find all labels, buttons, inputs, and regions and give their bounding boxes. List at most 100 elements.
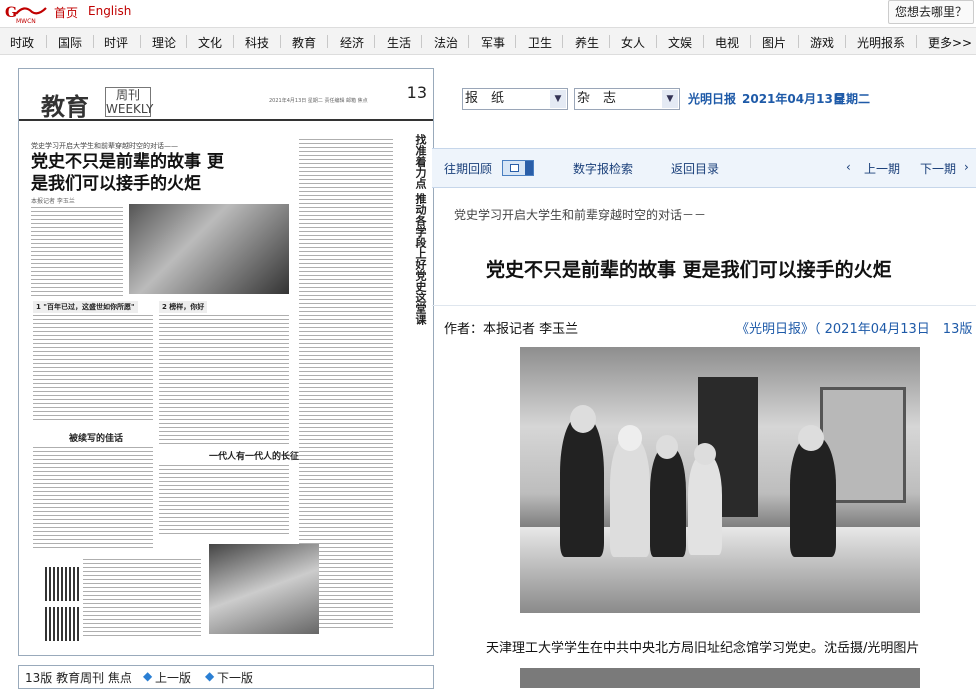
magazine-select[interactable]: 杂 志 ▼ xyxy=(574,88,680,110)
text-column xyxy=(159,465,289,535)
back-to-index-link[interactable]: 返回目录 xyxy=(671,160,719,177)
nav-separator xyxy=(609,35,610,48)
person xyxy=(560,417,604,557)
face xyxy=(694,443,716,465)
nav-item-17[interactable]: 游戏 xyxy=(810,34,834,51)
digital-search-link[interactable]: 数字报检索 xyxy=(573,160,633,177)
weekly-badge: 周刊 WEEKLY xyxy=(105,87,154,117)
nav-item-16[interactable]: 图片 xyxy=(762,34,786,51)
nav-item-3[interactable]: 理论 xyxy=(152,34,176,51)
paper-photo-2[interactable] xyxy=(209,544,319,634)
nav-separator xyxy=(140,35,141,48)
nav-item-15[interactable]: 电视 xyxy=(715,34,739,51)
calendar-icon xyxy=(510,164,519,172)
nav-separator xyxy=(186,35,187,48)
nav-separator xyxy=(750,35,751,48)
paper-subhead: 党史学习开启大学生和前辈穿越时空的对话—— xyxy=(31,142,178,150)
next-page-link[interactable]: 下一版 xyxy=(217,669,253,686)
nav-separator xyxy=(421,35,422,48)
nav-item-1[interactable]: 国际 xyxy=(58,34,82,51)
article-photo-2 xyxy=(520,668,920,688)
page-meta: 2021年4月13日 星期二 责任编辑 邮箱 焦点 xyxy=(269,98,368,104)
paper-subtitle-2[interactable]: 一代人有一代人的长征 xyxy=(209,449,299,462)
nav-item-14[interactable]: 文娱 xyxy=(668,34,692,51)
page-number: 13 xyxy=(406,83,427,102)
chevron-left-icon[interactable]: ‹ xyxy=(846,160,851,174)
chevron-down-icon[interactable]: ▼ xyxy=(550,90,566,108)
prev-page-arrow-icon[interactable]: ◆ xyxy=(143,669,152,683)
dropdown-icon xyxy=(525,161,533,175)
person xyxy=(610,437,650,557)
nav-item-18[interactable]: 光明报系 xyxy=(857,34,905,51)
nav-item-12[interactable]: 养生 xyxy=(575,34,599,51)
nav-item-11[interactable]: 卫生 xyxy=(528,34,552,51)
where-to-go-button[interactable]: 您想去哪里？ xyxy=(888,0,974,24)
top-bar: G MWCN 首页 English 您想去哪里？ xyxy=(0,0,976,26)
prev-page-link[interactable]: 上一版 xyxy=(155,669,191,686)
section-box-1: 1 "百年已过，这盛世如你所愿" xyxy=(33,301,138,313)
paper-name: 光明日报 xyxy=(688,92,737,106)
person xyxy=(650,447,686,557)
nav-separator xyxy=(916,35,917,48)
nav-item-19[interactable]: 更多>> xyxy=(928,34,972,51)
nav-item-8[interactable]: 生活 xyxy=(387,34,411,51)
home-link[interactable]: 首页 xyxy=(54,4,78,21)
text-column xyxy=(31,207,123,299)
paper-photo[interactable] xyxy=(129,204,289,294)
nav-separator xyxy=(468,35,469,48)
article-title: 党史不只是前辈的故事 更是我们可以接手的火炬 xyxy=(486,259,892,281)
next-issue-link[interactable]: 下一期 xyxy=(920,160,956,177)
main-nav: 时政 国际 时评 理论 文化 科技 教育 经济 生活 法治 军事 卫生 养生 女人 文娱 电视 图片 游戏 光明报系… xyxy=(0,27,976,55)
next-page-arrow-icon[interactable]: ◆ xyxy=(205,669,214,683)
nav-separator xyxy=(845,35,846,48)
nav-separator xyxy=(233,35,234,48)
newspaper-select[interactable]: 报 纸 ▼ xyxy=(462,88,568,110)
nav-separator xyxy=(562,35,563,48)
qr-code xyxy=(45,567,79,601)
current-page-label: 13版 教育周刊 焦点 xyxy=(25,671,132,685)
newspaper-page-image[interactable]: 教育 周刊 WEEKLY 2021年4月13日 星期二 责任编辑 邮箱 焦点 1… xyxy=(18,68,434,656)
nav-item-2[interactable]: 时评 xyxy=(104,34,128,51)
nav-item-9[interactable]: 法治 xyxy=(434,34,458,51)
paper-side-title[interactable]: 找准着力点 推动各学段上好党史这堂课 xyxy=(399,134,427,325)
english-link[interactable]: English xyxy=(88,4,131,18)
nav-item-5[interactable]: 科技 xyxy=(245,34,269,51)
nav-item-7[interactable]: 经济 xyxy=(340,34,364,51)
nav-separator xyxy=(656,35,657,48)
nav-item-6[interactable]: 教育 xyxy=(292,34,316,51)
nav-item-10[interactable]: 军事 xyxy=(481,34,505,51)
paper-headline[interactable]: 党史不只是前辈的故事 更是我们可以接手的火炬 xyxy=(31,151,231,195)
chevron-down-icon[interactable]: ▼ xyxy=(662,90,678,108)
calendar-dropdown-icon[interactable] xyxy=(502,160,534,176)
nav-separator xyxy=(327,35,328,48)
article-author: 作者：本报记者 李玉兰 xyxy=(444,322,579,337)
svg-text:MWCN: MWCN xyxy=(16,18,36,24)
nav-separator xyxy=(374,35,375,48)
paper-weekday: 星期二 xyxy=(834,92,871,106)
archive-link[interactable]: 往期回顾 xyxy=(444,160,492,177)
nav-item-4[interactable]: 文化 xyxy=(198,34,222,51)
guangming-logo[interactable]: G MWCN xyxy=(4,2,48,24)
paper-byline: 本报记者 李玉兰 xyxy=(31,198,75,205)
paper-date: 2021年04月13日 xyxy=(742,92,845,106)
chevron-right-icon[interactable]: › xyxy=(964,160,969,174)
article-source[interactable]: 《光明日报》（ 2021年04月13日 13版 xyxy=(736,318,972,337)
prev-issue-link[interactable]: 上一期 xyxy=(864,160,900,177)
face xyxy=(798,425,824,451)
nav-item-13[interactable]: 女人 xyxy=(621,34,645,51)
qr-code xyxy=(45,607,79,641)
nav-separator xyxy=(515,35,516,48)
nav-item-0[interactable]: 时政 xyxy=(10,34,34,51)
page-header: 教育 周刊 WEEKLY 2021年4月13日 星期二 责任编辑 邮箱 焦点 1… xyxy=(19,69,433,121)
person xyxy=(688,455,722,555)
section-box-2: 2 榜样，你好 xyxy=(159,301,208,313)
magazine-select-value: 杂 志 xyxy=(577,91,617,106)
article-subtitle: 党史学习开启大学生和前辈穿越时空的对话－－ xyxy=(454,208,707,222)
article-photo xyxy=(520,347,920,613)
text-column xyxy=(83,559,201,639)
face xyxy=(656,435,678,459)
nav-separator xyxy=(703,35,704,48)
paper-subtitle-1[interactable]: 被续写的佳话 xyxy=(69,431,123,444)
text-column xyxy=(33,315,153,423)
divider xyxy=(432,305,976,306)
